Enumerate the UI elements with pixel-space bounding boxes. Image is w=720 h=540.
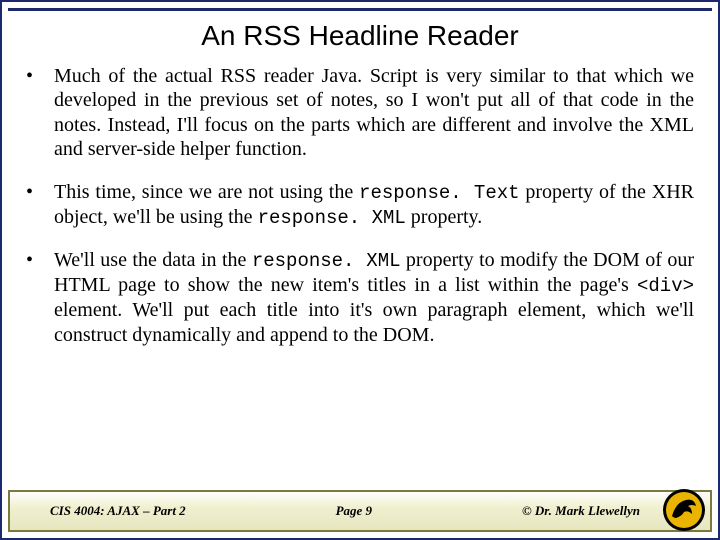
slide-body: Much of the actual RSS reader Java. Scri… <box>26 64 694 478</box>
footer-inner: CIS 4004: AJAX – Part 2 Page 9 © Dr. Mar… <box>10 503 710 519</box>
slide-title: An RSS Headline Reader <box>2 20 718 52</box>
body-text: property. <box>406 206 482 228</box>
body-text: We'll use the data in the <box>54 249 252 271</box>
body-text: element. We'll put each title into it's … <box>54 299 694 345</box>
footer-course: CIS 4004: AJAX – Part 2 <box>50 503 186 519</box>
code-text: response. Text <box>359 182 519 204</box>
bullet-item: This time, since we are not using the re… <box>26 180 694 230</box>
code-text: <div> <box>637 275 694 297</box>
footer-page: Page 9 <box>336 503 372 519</box>
top-border-rule <box>8 8 712 11</box>
code-text: response. XML <box>258 207 406 229</box>
slide: An RSS Headline Reader Much of the actua… <box>0 0 720 540</box>
footer-author: © Dr. Mark Llewellyn <box>522 503 640 519</box>
bullet-list: Much of the actual RSS reader Java. Scri… <box>26 64 694 347</box>
body-text: Much of the actual RSS reader Java. Scri… <box>54 65 694 160</box>
bullet-item: We'll use the data in the response. XML … <box>26 248 694 347</box>
code-text: response. XML <box>252 250 401 272</box>
footer-bar: CIS 4004: AJAX – Part 2 Page 9 © Dr. Mar… <box>8 490 712 532</box>
body-text: This time, since we are not using the <box>54 181 359 203</box>
bullet-item: Much of the actual RSS reader Java. Scri… <box>26 64 694 162</box>
ucf-pegasus-logo-icon <box>662 488 706 532</box>
